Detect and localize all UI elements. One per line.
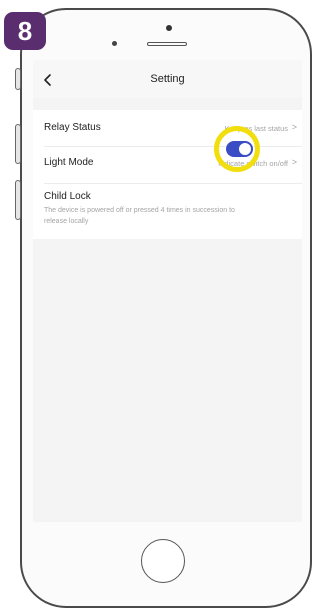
app-screen: Setting Relay Status Keep as last status… <box>33 60 302 522</box>
front-camera <box>166 25 172 31</box>
chevron-right-icon: > <box>291 157 297 167</box>
step-badge: 8 <box>4 12 46 50</box>
light-mode-row[interactable]: Light Mode Indicate switch on/off > <box>33 147 302 183</box>
earpiece-speaker <box>147 42 187 46</box>
volume-down-button <box>15 180 21 220</box>
mute-switch <box>15 68 21 90</box>
front-sensor <box>112 41 117 46</box>
settings-group: Relay Status Keep as last status > Light… <box>33 110 302 183</box>
chevron-right-icon: > <box>291 122 297 132</box>
child-lock-description: The device is powered off or pressed 4 t… <box>44 207 235 225</box>
divider <box>44 183 302 184</box>
toggle-knob <box>239 143 251 155</box>
volume-up-button <box>15 124 21 164</box>
light-mode-label: Light Mode <box>44 157 94 168</box>
home-button[interactable] <box>141 539 185 583</box>
child-lock-toggle[interactable] <box>226 141 253 157</box>
child-lock-group: Child Lock The device is powered off or … <box>33 183 302 239</box>
nav-bar: Setting <box>33 60 302 98</box>
relay-status-label: Relay Status <box>44 122 101 133</box>
page-title: Setting <box>150 73 185 85</box>
relay-status-row[interactable]: Relay Status Keep as last status > <box>33 110 302 146</box>
child-lock-label: Child Lock <box>44 191 91 202</box>
